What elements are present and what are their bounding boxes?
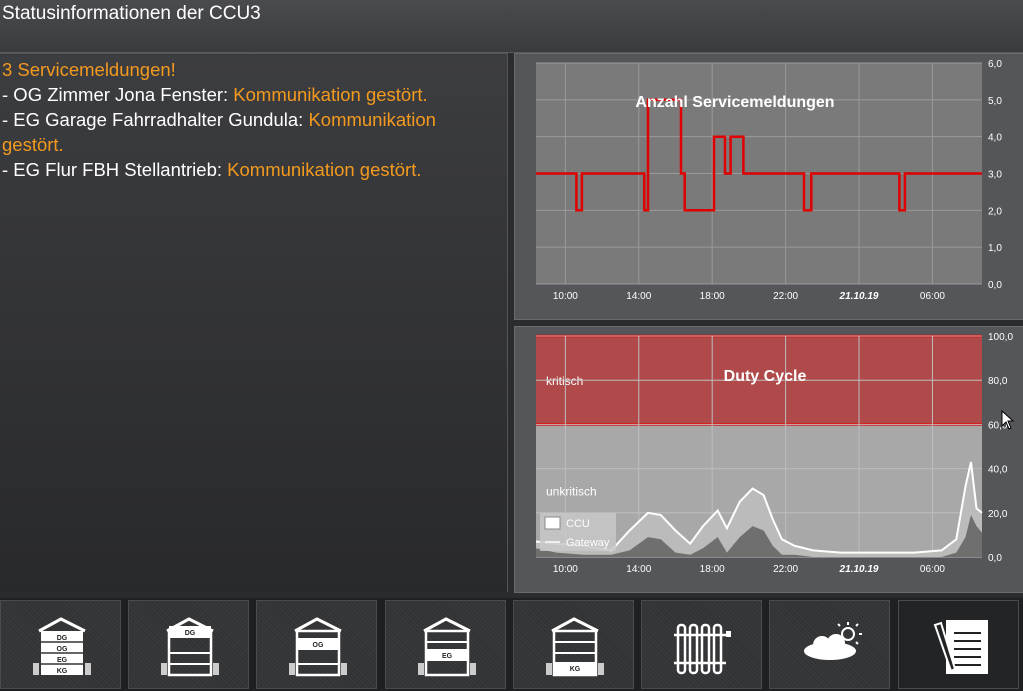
nav-all-floors-button[interactable]: DG OG EG KG	[0, 600, 121, 689]
chart-title: Anzahl Servicemeldungen	[635, 94, 834, 111]
service-messages: 3 Servicemeldungen! - OG Zimmer Jona Fen…	[2, 57, 502, 182]
floor-navigation-bar: DG OG EG KG DG OG EG KG	[0, 598, 1023, 691]
floor-label: DG	[57, 635, 68, 642]
notes-icon	[933, 620, 988, 674]
mouse-cursor-icon	[1001, 410, 1015, 430]
nav-weather-button[interactable]	[769, 600, 890, 689]
duty-cycle-chart[interactable]: kritischunkritisch 0,020,040,060,080,010…	[515, 327, 1023, 592]
page-title: Statusinformationen der CCU3	[2, 3, 261, 24]
y-tick-label: 0,0	[988, 553, 1002, 564]
floor-label: EG	[442, 653, 453, 660]
y-tick-label: 5,0	[988, 96, 1002, 107]
service-item-device: - EG Garage Fahrradhalter Gundula:	[2, 109, 309, 130]
zone-label-unkritisch: unkritisch	[546, 485, 597, 499]
floor-label: KG	[57, 668, 68, 675]
x-tick-label: 10:00	[553, 291, 578, 302]
x-tick-label: 18:00	[700, 564, 725, 575]
floor-label: KG	[570, 666, 581, 673]
house-kg-icon: KG	[546, 617, 604, 677]
weather-icon	[804, 622, 862, 660]
x-tick-label: 22:00	[773, 291, 798, 302]
y-tick-label: 100,0	[988, 332, 1013, 343]
y-tick-label: 20,0	[988, 509, 1008, 520]
x-tick-label: 06:00	[920, 564, 945, 575]
floor-label: OG	[57, 646, 68, 653]
service-item: - OG Zimmer Jona Fenster: Kommunikation …	[2, 82, 502, 107]
service-heading: 3 Servicemeldungen!	[2, 59, 176, 80]
house-og-icon: OG	[289, 617, 347, 677]
service-item-device: - EG Flur FBH Stellantrieb:	[2, 159, 228, 180]
service-item: - EG Garage Fahrradhalter Gundula: Kommu…	[2, 107, 502, 157]
radiator-icon	[674, 623, 731, 675]
service-item-device: - OG Zimmer Jona Fenster:	[2, 84, 234, 105]
x-tick-label: 18:00	[700, 291, 725, 302]
nav-status-button[interactable]	[898, 600, 1019, 689]
chart-title: Duty Cycle	[724, 368, 807, 385]
floor-label: EG	[57, 657, 68, 664]
x-tick-label: 06:00	[920, 291, 945, 302]
x-tick-label: 10:00	[553, 564, 578, 575]
chart-legend: CCU Gateway	[540, 513, 616, 551]
legend-swatch-ccu	[544, 516, 561, 530]
service-item: - EG Flur FBH Stellantrieb: Kommunikatio…	[2, 157, 502, 182]
nav-dg-button[interactable]: DG	[128, 600, 249, 689]
nav-heating-button[interactable]	[641, 600, 762, 689]
service-panel: 3 Servicemeldungen! - OG Zimmer Jona Fen…	[0, 53, 508, 592]
zone-label-kritisch: kritisch	[546, 374, 583, 388]
x-tick-label: 22:00	[773, 564, 798, 575]
y-tick-label: 2,0	[988, 206, 1002, 217]
floor-label: OG	[313, 642, 324, 649]
house-all-floors-icon: DG OG EG KG	[33, 617, 91, 675]
nav-og-button[interactable]: OG	[256, 600, 377, 689]
x-tick-label: 21.10.19	[839, 291, 879, 302]
duty-cycle-chart-panel: kritisch unkritisch 0,0 20,0 40,0 60,0 80,0 10…	[514, 326, 1023, 593]
nav-kg-button[interactable]: KG	[513, 600, 634, 689]
y-tick-label: 0,0	[988, 280, 1002, 291]
title-bar: Statusinformationen der CCU3	[0, 0, 1023, 53]
y-tick-label: 3,0	[988, 170, 1002, 181]
y-tick-label: 40,0	[988, 465, 1008, 476]
service-item-status: Kommunikation gestört.	[227, 159, 422, 180]
service-count-chart[interactable]: 0,0 1,0 2,0 3,0 4,0 5,0 6,0 10:00 14:00 18:00 22:…	[515, 54, 1023, 319]
x-tick-label: 21.10.19	[839, 564, 879, 575]
nav-eg-button[interactable]: EG	[385, 600, 506, 689]
house-eg-icon: EG	[418, 617, 476, 677]
service-count-chart-panel: 0,0 1,0 2,0 3,0 4,0 5,0 6,0 10:00 14:00 18:00 22:…	[514, 53, 1023, 320]
x-tick-label: 14:00	[626, 564, 651, 575]
x-tick-label: 14:00	[626, 291, 651, 302]
y-tick-label: 80,0	[988, 376, 1008, 387]
y-tick-label: 1,0	[988, 243, 1002, 254]
service-item-status: Kommunikation gestört.	[233, 84, 428, 105]
legend-label-ccu: CCU	[566, 518, 590, 530]
house-dg-icon: DG	[161, 617, 219, 677]
y-tick-label: 4,0	[988, 133, 1002, 144]
legend-label-gateway: Gateway	[566, 537, 610, 549]
floor-label: DG	[185, 630, 196, 637]
y-tick-label: 6,0	[988, 59, 1002, 70]
